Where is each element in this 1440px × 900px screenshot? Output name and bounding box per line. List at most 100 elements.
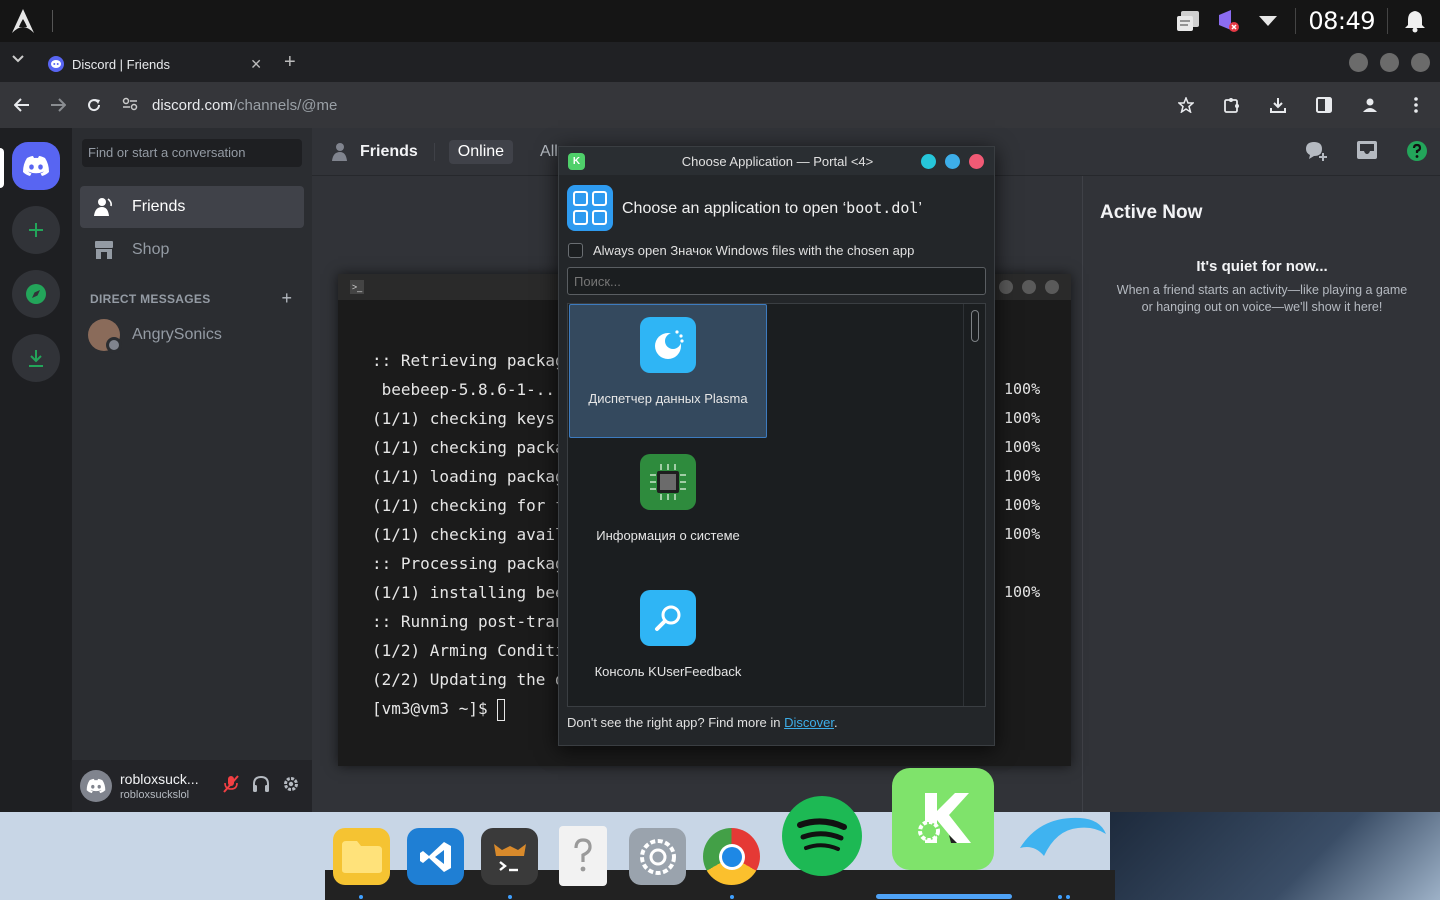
download-apps-icon[interactable] [12, 334, 60, 382]
friends-label: Friends [132, 198, 186, 215]
user-controls [222, 774, 312, 798]
explore-compass-icon[interactable] [12, 270, 60, 318]
browser-tab-discord[interactable]: Discord | Friends ✕ [36, 46, 272, 82]
app-name: Диспетчер данных Plasma [588, 391, 748, 406]
dialog-titlebar[interactable]: K Choose Application — Portal <4> [559, 147, 994, 175]
tab-online[interactable]: Online [448, 139, 514, 164]
active-now-panel: Active Now It's quiet for now... When a … [1082, 176, 1440, 812]
browser-menu-kebab-icon[interactable] [1398, 87, 1434, 123]
inbox-icon[interactable] [1356, 140, 1378, 167]
app-tile-system-info[interactable]: Информация о системе [569, 442, 767, 576]
bookmark-star-icon[interactable] [1168, 87, 1204, 123]
reload-icon[interactable] [76, 87, 112, 123]
site-info-icon[interactable] [122, 97, 146, 114]
notifications-bell-icon[interactable] [1402, 8, 1428, 34]
minimize-button[interactable] [1349, 53, 1368, 72]
cpu-chip-icon [640, 454, 696, 510]
plasma-data-manager-icon [640, 317, 696, 373]
dock-vscode-icon[interactable] [407, 828, 464, 885]
app-name: Информация о системе [596, 528, 740, 543]
help-question-icon[interactable] [1406, 140, 1428, 167]
app-list-scrollbar[interactable] [963, 304, 985, 706]
progress-percent: 100% [1004, 583, 1041, 601]
dock-files-folder-icon[interactable] [333, 828, 390, 885]
scrollbar-thumb[interactable] [971, 310, 979, 342]
dialog-footer: Don't see the right app? Find more in Di… [567, 715, 838, 730]
running-dot [359, 895, 363, 899]
dock-unknown-file-icon[interactable] [559, 826, 607, 886]
tray-expand-icon[interactable] [1255, 8, 1281, 34]
terminal-maximize-button[interactable] [1022, 280, 1036, 294]
active-now-title: Active Now [1100, 202, 1203, 223]
add-server-plus-icon[interactable] [12, 206, 60, 254]
side-panel-icon[interactable] [1306, 87, 1342, 123]
downloads-icon[interactable] [1260, 87, 1296, 123]
discord-home-button[interactable] [12, 142, 60, 190]
app-search-input[interactable] [567, 267, 986, 295]
tab-search-chevron-icon[interactable] [12, 54, 28, 70]
microphone-muted-icon[interactable] [222, 774, 240, 798]
create-dm-plus-icon[interactable]: + [281, 288, 292, 309]
dock-kde-connect-icon[interactable] [892, 768, 994, 870]
profile-icon[interactable] [1352, 87, 1388, 123]
server-list [0, 128, 72, 812]
running-dot [730, 895, 734, 899]
user-avatar[interactable] [80, 770, 112, 802]
clipboard-icon[interactable] [1175, 8, 1201, 34]
browser-window-controls [1349, 53, 1430, 72]
user-display-name: robloxsuck... [120, 771, 199, 787]
application-list[interactable]: Диспетчер данных Plasma Информация о сис… [567, 303, 986, 707]
dock-system-settings-icon[interactable] [629, 828, 686, 885]
discord-favicon-icon [48, 56, 64, 72]
maximize-button[interactable] [1380, 53, 1399, 72]
active-now-empty-description: When a friend starts an activity—like pl… [1116, 283, 1408, 314]
toolbar-actions [1168, 87, 1434, 123]
friends-wave-icon [92, 195, 116, 219]
dm-sidebar: Find or start a conversation Friends Sho… [72, 128, 312, 812]
dock-chrome-icon[interactable] [703, 828, 760, 885]
progress-percent: 100% [1004, 409, 1041, 427]
discord-tray-icon[interactable] [1215, 8, 1241, 34]
dock-spotify-icon[interactable] [782, 796, 862, 876]
sidebar-item-friends[interactable]: Friends [80, 186, 304, 228]
discover-link[interactable]: Discover [784, 715, 834, 730]
new-group-dm-icon[interactable] [1304, 140, 1328, 167]
app-tile-plasma-data-manager[interactable]: Диспетчер данных Plasma [569, 304, 767, 438]
tab-close-icon[interactable]: ✕ [250, 56, 262, 73]
app-tile-kuserfeedback-console[interactable]: Консоль KUserFeedback [569, 578, 767, 706]
tab-title: Discord | Friends [72, 56, 171, 72]
dock-dolphin-emulator-icon[interactable] [1016, 808, 1108, 866]
choose-application-dialog[interactable]: K Choose Application — Portal <4> Choose… [558, 146, 995, 746]
dialog-close-button[interactable] [969, 154, 984, 169]
dialog-minimize-button[interactable] [921, 154, 936, 169]
new-tab-button[interactable]: + [284, 51, 296, 74]
arch-linux-icon[interactable] [0, 0, 46, 42]
find-conversation-button[interactable]: Find or start a conversation [82, 139, 302, 167]
headphones-icon[interactable] [252, 775, 270, 798]
magnifier-search-icon [640, 590, 696, 646]
user-panel: robloxsuck... robloxsuckslol [72, 760, 312, 812]
always-open-option[interactable]: Always open Значок Windows files with th… [568, 243, 914, 258]
avatar [88, 319, 122, 353]
back-arrow-icon[interactable] [4, 87, 40, 123]
dialog-maximize-button[interactable] [945, 154, 960, 169]
progress-percent: 100% [1004, 496, 1041, 514]
close-window-button[interactable] [1411, 53, 1430, 72]
user-settings-gear-icon[interactable] [282, 775, 300, 798]
page-title: Friends [360, 142, 435, 161]
direct-messages-header: DIRECT MESSAGES [90, 292, 211, 306]
address-bar[interactable]: discord.com/channels/@me [122, 88, 1162, 122]
dm-list-item[interactable]: AngrySonics [80, 314, 304, 356]
progress-percent: 100% [1004, 525, 1041, 543]
dock-terminal-icon[interactable] [481, 828, 538, 885]
always-open-checkbox[interactable] [568, 243, 583, 258]
clock[interactable]: 08:49 [1295, 8, 1388, 34]
wallpaper-artwork [1110, 812, 1440, 900]
terminal-minimize-button[interactable] [999, 280, 1013, 294]
header-actions [1304, 140, 1428, 167]
extensions-puzzle-icon[interactable] [1214, 87, 1250, 123]
terminal-close-button[interactable] [1045, 280, 1059, 294]
user-names[interactable]: robloxsuck... robloxsuckslol [120, 771, 222, 801]
sidebar-item-shop[interactable]: Shop [80, 229, 304, 271]
forward-arrow-icon[interactable] [40, 87, 76, 123]
